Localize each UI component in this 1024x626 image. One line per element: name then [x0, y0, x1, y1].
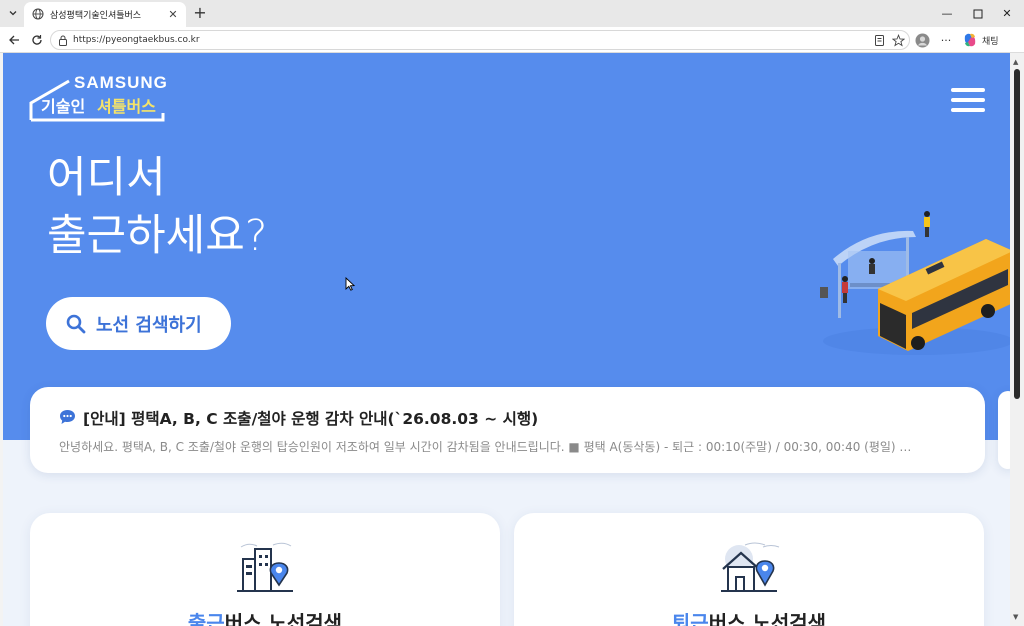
menu-icon[interactable]: [951, 88, 985, 114]
search-icon: [66, 314, 86, 333]
home-location-icon: [721, 542, 780, 592]
leave-work-card-highlight: 퇴근: [671, 611, 709, 626]
scroll-down-icon[interactable]: ▼: [1013, 613, 1018, 621]
new-tab-icon[interactable]: +: [191, 4, 209, 22]
copilot-label: 채팅: [982, 36, 999, 47]
address-toolbar: https://pyeongtaekbus.co.kr ··· 채팅: [0, 27, 1024, 53]
route-search-button[interactable]: 노선 검색하기: [46, 297, 231, 350]
globe-icon: [32, 8, 44, 20]
tab-strip: 삼성평택기술인셔틀버스 ✕ + — ✕: [0, 0, 1024, 27]
bus-stop-illustration: [820, 211, 1010, 355]
lock-icon[interactable]: [58, 35, 68, 46]
site-logo[interactable]: SAMSUNG 기술인 셔틀버스: [29, 73, 169, 123]
commute-card-highlight: 출근: [187, 611, 225, 626]
star-icon[interactable]: [892, 34, 905, 47]
commute-search-card[interactable]: 출근버스 노선검색: [30, 513, 500, 626]
next-notice-peek[interactable]: [998, 391, 1010, 469]
notice-body: 안녕하세요. 평택A, B, C 조출/철야 운행의 탑승인원이 저조하여 일부…: [59, 440, 912, 454]
more-icon[interactable]: ···: [938, 32, 954, 48]
hero-headline: 어디서 출근하세요?: [47, 149, 268, 265]
route-search-label: 노선 검색하기: [96, 314, 202, 336]
chat-bubble-icon: [60, 410, 75, 424]
url-text[interactable]: https://pyeongtaekbus.co.kr: [73, 35, 200, 45]
scroll-up-icon[interactable]: ▲: [1013, 58, 1018, 66]
active-tab[interactable]: 삼성평택기술인셔틀버스 ✕: [24, 2, 186, 27]
hero-line-2: 출근하세요?: [47, 211, 268, 261]
logo-samsung: SAMSUNG: [74, 73, 168, 92]
logo-shuttle: 셔틀버스: [97, 97, 156, 116]
address-bar[interactable]: https://pyeongtaekbus.co.kr: [50, 30, 910, 50]
refresh-icon[interactable]: [28, 31, 46, 49]
back-icon[interactable]: [5, 31, 23, 49]
close-icon[interactable]: ✕: [166, 7, 180, 21]
reader-icon[interactable]: [873, 34, 886, 47]
copilot-button[interactable]: 채팅: [962, 31, 1018, 49]
logo-gisulin: 기술인: [41, 97, 86, 116]
commute-card-label: 출근버스 노선검색: [30, 607, 500, 626]
hero-section: SAMSUNG 기술인 셔틀버스 어디서 출근하세요? 노선 검색하기: [3, 53, 1010, 440]
profile-icon[interactable]: [914, 32, 930, 48]
notice-title[interactable]: [안내] 평택A, B, C 조출/철야 운행 감차 안내(`26.08.03 …: [83, 407, 538, 429]
leave-work-card-label: 퇴근버스 노선검색: [514, 607, 984, 626]
copilot-icon: [964, 33, 976, 47]
mouse-cursor-icon: [345, 277, 355, 291]
leave-work-search-card[interactable]: 퇴근버스 노선검색: [514, 513, 984, 626]
minimize-icon[interactable]: —: [930, 0, 964, 27]
commute-card-rest: 버스 노선검색: [224, 611, 343, 626]
tab-title: 삼성평택기술인셔틀버스: [50, 11, 142, 21]
office-building-icon: [237, 542, 293, 592]
page-scrollbar[interactable]: ▲ ▼: [1010, 53, 1024, 626]
hero-line-1: 어디서: [47, 153, 166, 203]
notice-card[interactable]: [안내] 평택A, B, C 조출/철야 운행 감차 안내(`26.08.03 …: [30, 387, 985, 473]
tab-list-icon[interactable]: [4, 4, 22, 22]
scrollbar-thumb[interactable]: [1014, 69, 1020, 399]
window-close-icon[interactable]: ✕: [990, 0, 1024, 27]
leave-work-card-rest: 버스 노선검색: [708, 611, 827, 626]
page-viewport: SAMSUNG 기술인 셔틀버스 어디서 출근하세요? 노선 검색하기 [안내]…: [3, 53, 1010, 626]
